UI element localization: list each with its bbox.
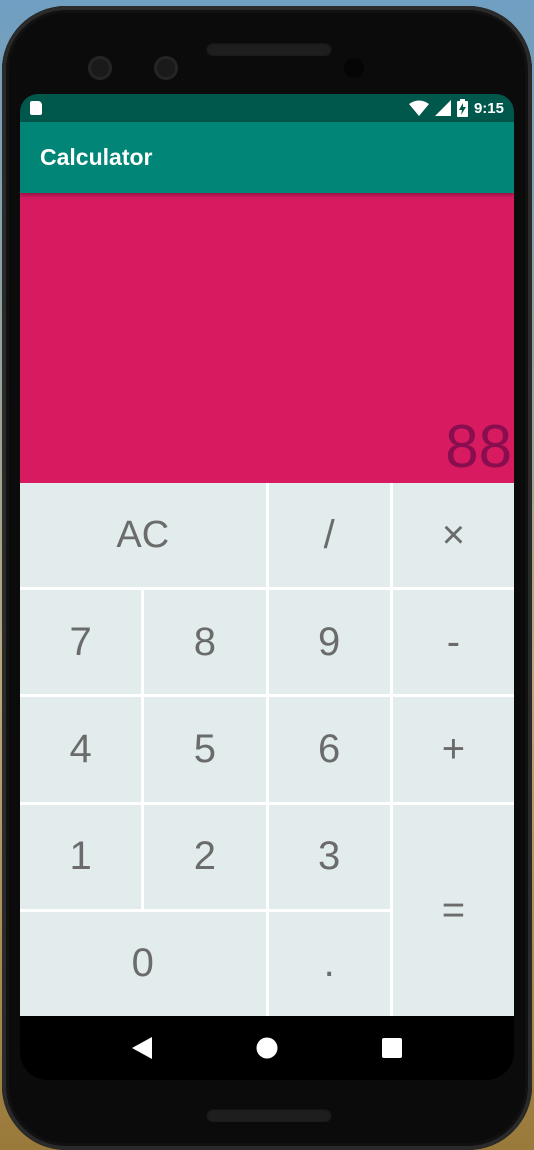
digit-5-button[interactable]: 5 — [144, 697, 266, 802]
digit-3-button[interactable]: 3 — [268, 804, 390, 909]
digit-8-button[interactable]: 8 — [144, 590, 266, 695]
recents-icon[interactable] — [372, 1028, 412, 1068]
proximity-sensor — [344, 58, 364, 78]
minus-button[interactable]: - — [392, 590, 514, 695]
divide-button[interactable]: / — [268, 483, 390, 588]
digit-1-button[interactable]: 1 — [20, 804, 142, 909]
back-icon[interactable] — [122, 1028, 162, 1068]
decimal-button[interactable]: . — [268, 911, 390, 1016]
keypad: AC / × 7 8 9 - 4 5 6 + 1 2 3 = 0 . — [20, 483, 514, 1016]
app-title: Calculator — [40, 144, 153, 170]
status-time: 9:15 — [473, 99, 504, 117]
equals-button[interactable]: = — [392, 804, 514, 1016]
cell-signal-icon — [434, 100, 451, 116]
digit-0-button[interactable]: 0 — [20, 911, 266, 1016]
screen: 9:15 Calculator 88 AC / × 7 8 9 - 4 5 6 … — [20, 94, 514, 1080]
digit-4-button[interactable]: 4 — [20, 697, 142, 802]
status-bar: 9:15 — [20, 94, 514, 122]
digit-9-button[interactable]: 9 — [268, 590, 390, 695]
front-camera — [88, 56, 112, 80]
earpiece-speaker — [206, 42, 332, 56]
digit-2-button[interactable]: 2 — [144, 804, 266, 909]
bottom-speaker — [206, 1108, 332, 1122]
battery-charging-icon — [456, 99, 468, 117]
sd-card-icon — [30, 101, 42, 115]
digit-6-button[interactable]: 6 — [268, 697, 390, 802]
wifi-icon — [408, 100, 429, 116]
front-camera-secondary — [154, 56, 178, 80]
status-icons: 9:15 — [408, 99, 504, 117]
multiply-button[interactable]: × — [392, 483, 514, 588]
home-icon[interactable] — [247, 1028, 287, 1068]
plus-button[interactable]: + — [392, 697, 514, 802]
display-value: 88 — [445, 413, 512, 480]
app-bar: Calculator — [20, 122, 514, 193]
navigation-bar — [20, 1016, 514, 1080]
calculator-display: 88 — [20, 193, 514, 483]
digit-7-button[interactable]: 7 — [20, 590, 142, 695]
clear-button[interactable]: AC — [20, 483, 266, 588]
